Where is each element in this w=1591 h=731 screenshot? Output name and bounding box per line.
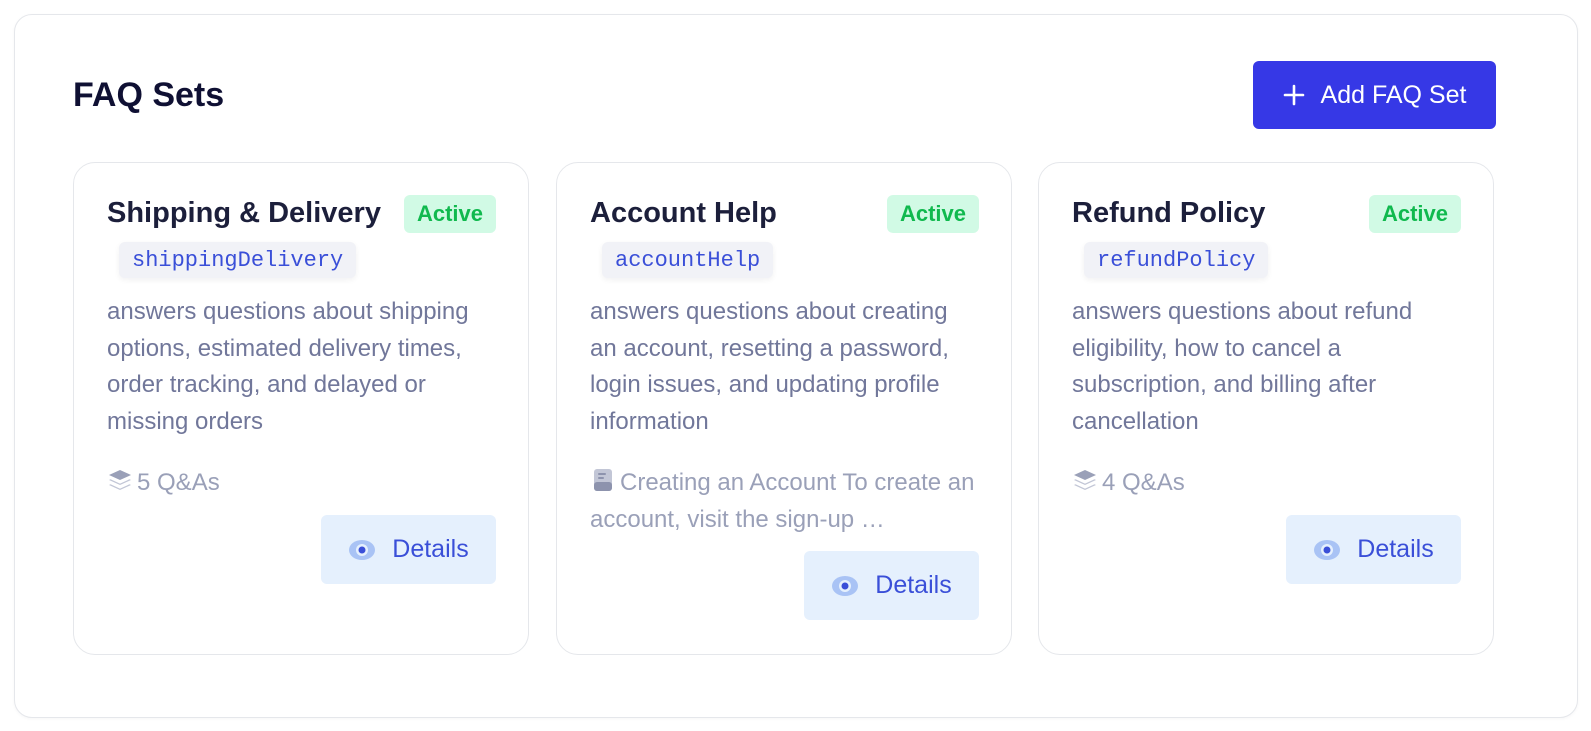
details-button[interactable]: Details (321, 515, 496, 584)
stack-icon (1074, 470, 1096, 490)
status-badge: Active (403, 195, 496, 233)
document-icon (594, 469, 612, 491)
code-chip: refundPolicy (1084, 242, 1269, 278)
faq-preview-text: Creating an Account To create an account… (590, 469, 975, 533)
add-faq-set-button[interactable]: Add FAQ Set (1253, 61, 1496, 129)
code-chip: accountHelp (602, 242, 774, 278)
plus-icon (1283, 84, 1304, 106)
faq-sets-panel: FAQ Sets Add FAQ Set Shipping & Delivery… (14, 14, 1578, 718)
card-description: answers questions about creating an acco… (590, 298, 949, 435)
qa-count: 5 Q&As (137, 469, 220, 496)
page-title: FAQ Sets (73, 76, 225, 114)
status-badge: Active (886, 195, 979, 233)
qa-count: 4 Q&As (1102, 469, 1185, 496)
card-description: answers questions about shipping options… (107, 298, 469, 435)
faq-card-shipping: Shipping & Delivery Active shippingDeliv… (73, 162, 529, 655)
code-chip: shippingDelivery (119, 242, 357, 278)
add-faq-set-label: Add FAQ Set (1320, 80, 1467, 109)
eye-icon (1314, 539, 1341, 560)
card-title: Refund Policy (1072, 197, 1266, 229)
card-title: Shipping & Delivery (107, 197, 381, 229)
status-badge: Active (1368, 195, 1461, 233)
card-meta: 5 Q&As (107, 465, 497, 502)
eye-icon (832, 575, 859, 596)
eye-icon (349, 539, 376, 560)
details-label: Details (392, 535, 469, 563)
details-label: Details (875, 571, 952, 599)
details-label: Details (1357, 535, 1434, 563)
card-meta: Creating an Account To create an account… (590, 465, 980, 538)
faq-card-account: Account Help Active accountHelp answers … (556, 162, 1012, 655)
stack-icon (109, 470, 131, 490)
card-description: answers questions about refund eligibili… (1072, 298, 1413, 435)
details-button[interactable]: Details (1286, 515, 1461, 584)
card-meta: 4 Q&As (1072, 465, 1462, 502)
details-button[interactable]: Details (804, 551, 979, 620)
faq-card-refund: Refund Policy Active refundPolicy answer… (1038, 162, 1494, 655)
card-title: Account Help (590, 197, 777, 229)
